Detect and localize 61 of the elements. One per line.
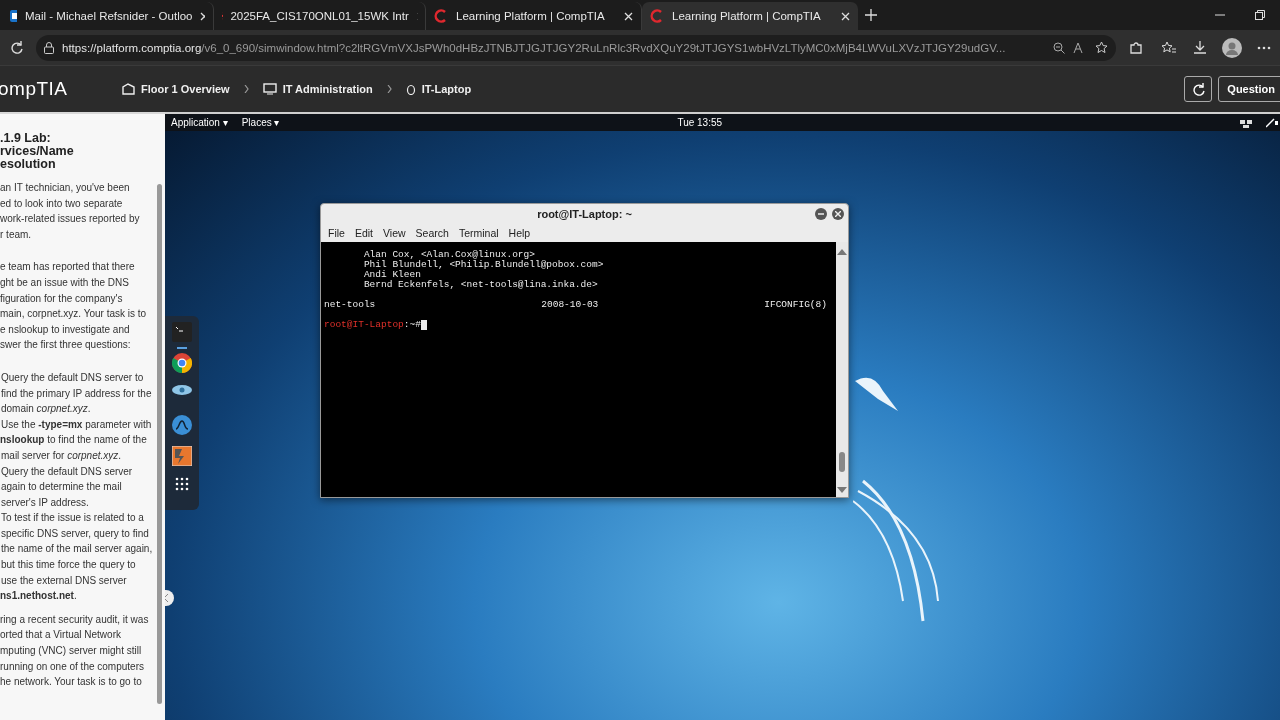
breadcrumb-label[interactable]: IT Administration: [282, 83, 373, 95]
prompt-symbol: :~#: [403, 320, 421, 330]
terminal-line: Bernd Eckenfels, <net-tools@lina.inka.de>: [362, 280, 599, 290]
instruction-text: ght be an issue with the DNS: [0, 275, 130, 290]
instruction-text: mail server for corpnet.xyz.: [0, 448, 123, 463]
instruction-text: Query the default DNS server to: [0, 370, 145, 385]
breadcrumb-label[interactable]: Floor 1 Overview: [141, 83, 230, 95]
breadcrumb-label[interactable]: IT-Laptop: [421, 83, 472, 95]
terminal-line: Alan Cox, <Alan.Cox@linux.org>: [362, 250, 536, 260]
instruction-text: mputing (VNC) server might still: [0, 644, 143, 659]
questions-button[interactable]: Question: [1218, 76, 1280, 102]
panel-menu[interactable]: Places ▾: [241, 117, 280, 128]
breadcrumb-link[interactable]: IT-Laptop: [405, 83, 472, 95]
menu-item[interactable]: File: [325, 227, 348, 239]
terminal-text: 2008-10-03: [541, 300, 599, 310]
instruction-text: ns1.nethost.net.: [0, 589, 78, 604]
clock: Tue 13:55: [676, 117, 724, 128]
instruction-text: server's IP address.: [0, 495, 90, 510]
instruction-text: but this time force the query to: [0, 558, 137, 573]
instruction-text: swer the first three questions:: [0, 338, 132, 353]
terminal-line: Andi Kleen: [362, 270, 422, 280]
instruction-text: find the primary IP address for the: [0, 386, 153, 401]
browser-tab[interactable]: Learning Platform | CompTIA: [642, 2, 858, 30]
instruction-text: ring a recent security audit, it was: [0, 612, 150, 627]
instruction-text: ed to look into two separate: [0, 196, 124, 211]
terminal-line: Phil Blundell, <Philip.Blundell@pobox.com>: [362, 260, 605, 270]
instruction-text: use the external DNS server: [0, 573, 128, 588]
breadcrumb-link[interactable]: IT Administration: [262, 83, 373, 95]
terminal-text: net-tools: [324, 300, 376, 310]
instruction-text: e nslookup to investigate and: [0, 322, 131, 337]
instruction-text: orted that a Virtual Network: [0, 628, 122, 643]
instruction-text: Use the -type=mx parameter with: [0, 417, 153, 432]
menu-item[interactable]: Help: [505, 227, 534, 239]
terminal-text: IFCONFIG(8): [764, 300, 827, 310]
window-title: root@IT-Laptop: ~: [537, 208, 632, 220]
instruction-text: an IT technician, you've been: [0, 181, 131, 195]
lab-title: .1.9 Lab:: [0, 132, 52, 145]
menu-item[interactable]: Search: [412, 227, 452, 239]
lab-title: esolution: [0, 158, 57, 171]
instruction-text: again to determine the mail: [0, 480, 123, 495]
instruction-text: Query the default DNS server: [0, 464, 134, 479]
panel-menu[interactable]: Application ▾: [171, 117, 228, 128]
instruction-text: nslookup to find the name of the: [0, 433, 148, 448]
breadcrumb-link[interactable]: Floor 1 Overview: [122, 83, 230, 95]
instruction-text: work-related issues reported by: [0, 212, 141, 227]
lab-title: rvices/Name: [0, 145, 75, 158]
instruction-text: specific DNS server, query to find: [0, 526, 150, 541]
instruction-text: he network. Your task is to go to: [0, 675, 143, 690]
instruction-text: main, corpnet.xyz. Your task is to: [0, 307, 148, 322]
instruction-text: figuration for the company's: [0, 291, 124, 306]
prompt-user: root@IT-Laptop: [324, 320, 404, 330]
instruction-text: the name of the mail server again,: [0, 542, 153, 557]
instruction-text: e team has reported that there: [0, 260, 136, 275]
address-bar[interactable]: https://platform.comptia.org/v6_0_690/simwindow.html?c2ltRGVmVXJsPWh0dHBzJTNBJTJGJTJGY2RuLnRlc3RvdXQuY29tJTJGYS1wbHVzLTlyMC0xMjB4LWVuLXVzJTJGY29udGV...: [36, 34, 1116, 61]
instruction-text: r team.: [0, 227, 33, 242]
instruction-text: To test if the issue is related to a: [0, 511, 145, 526]
menu-item[interactable]: Edit: [351, 227, 376, 239]
instruction-text: domain corpnet.xyz.: [0, 402, 92, 417]
menu-item[interactable]: Terminal: [455, 227, 502, 239]
instruction-text: running on one of the computers: [0, 659, 145, 674]
menu-item[interactable]: View: [380, 227, 409, 239]
